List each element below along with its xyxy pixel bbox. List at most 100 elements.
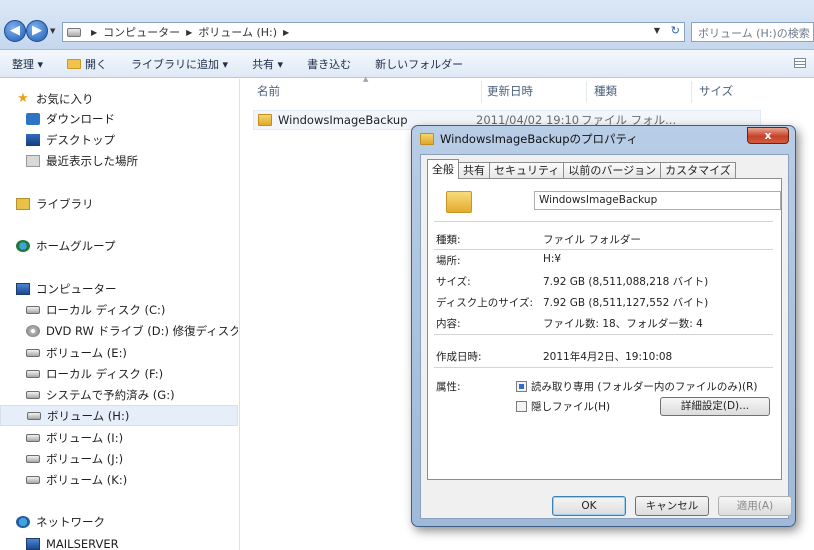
contents-value: ファイル数: 18、フォルダー数: 4 [543, 318, 703, 330]
burn-button[interactable]: 書き込む [295, 56, 363, 72]
sidebar-item-drive-h[interactable]: ボリューム (H:) [0, 405, 238, 426]
readonly-checkbox[interactable]: 読み取り専用 (フォルダー内のファイルのみ)(R) [516, 379, 758, 394]
tab-strip: 全般 共有 セキュリティ 以前のバージョン カスタマイズ [427, 159, 736, 179]
sidebar-item-drive-k[interactable]: ボリューム (K:) [26, 469, 238, 490]
type-label: 種類: [436, 234, 461, 246]
checkbox-partial-icon[interactable] [516, 381, 527, 392]
drive-icon [26, 348, 40, 357]
disk-size-label: ディスク上のサイズ: [436, 297, 533, 309]
navigation-pane: ★ お気に入り ダウンロード デスクトップ 最近表示した場所 ライブラリ ホームグ… [0, 79, 240, 550]
sidebar-label: DVD RW ドライブ (D:) 修復ディスク W [46, 323, 238, 338]
sidebar-item-drive-g[interactable]: システムで予約済み (G:) [26, 384, 238, 405]
sidebar-item-homegroup[interactable]: ホームグループ [16, 235, 236, 256]
location-value: H:¥ [543, 253, 562, 265]
address-path-box[interactable]: ▶ コンピューター ▶ ボリューム (H:) ▶ ▼ ↻ [62, 22, 685, 42]
file-name: WindowsImageBackup [278, 113, 408, 127]
sidebar-label: ローカル ディスク (C:) [46, 302, 166, 317]
column-divider[interactable] [481, 81, 482, 103]
sidebar-item-drive-j[interactable]: ボリューム (J:) [26, 448, 238, 469]
sidebar-label: ダウンロード [46, 111, 115, 126]
advanced-button[interactable]: 詳細設定(D)... [660, 397, 770, 416]
dialog-title: WindowsImageBackupのプロパティ [440, 132, 638, 146]
folder-icon [420, 133, 434, 145]
address-dropdown-icon[interactable]: ▼ [654, 26, 660, 35]
sort-arrow-icon: ▲ [363, 75, 369, 83]
recent-pages-dropdown[interactable]: ▼ [50, 27, 55, 35]
new-folder-button[interactable]: 新しいフォルダー [363, 56, 475, 72]
folder-icon [67, 58, 82, 69]
sidebar-label: ホームグループ [36, 238, 116, 253]
sidebar-item-computer[interactable]: コンピューター [16, 278, 236, 299]
type-value: ファイル フォルダー [543, 234, 641, 246]
sidebar-item-mailserver[interactable]: MAILSERVER [26, 533, 238, 550]
open-button[interactable]: 開く [55, 56, 119, 72]
sidebar-item-desktop[interactable]: デスクトップ [26, 129, 236, 150]
sidebar-label: ボリューム (I:) [46, 430, 124, 445]
downloads-icon [26, 112, 40, 125]
apply-button[interactable]: 適用(A) [718, 496, 792, 516]
sidebar-label: お気に入り [36, 91, 94, 106]
sidebar-label: ボリューム (E:) [46, 345, 127, 360]
tab-previous-versions[interactable]: 以前のバージョン [563, 162, 662, 179]
sidebar-item-drive-e[interactable]: ボリューム (E:) [26, 342, 238, 363]
breadcrumb-volume-h[interactable]: ボリューム (H:) [198, 24, 277, 40]
dialog-title-bar[interactable]: WindowsImageBackupのプロパティ [420, 131, 638, 147]
recent-places-icon [26, 154, 40, 167]
breadcrumb-computer[interactable]: コンピューター [103, 24, 180, 40]
divider [434, 249, 773, 250]
chevron-right-icon[interactable]: ▶ [283, 28, 289, 37]
column-header-date[interactable]: 更新日時 [487, 83, 533, 99]
sidebar-label: ボリューム (H:) [47, 408, 130, 423]
drive-icon [26, 454, 40, 463]
sidebar-item-drive-i[interactable]: ボリューム (I:) [26, 427, 238, 448]
folder-name-field[interactable]: WindowsImageBackup [534, 191, 781, 210]
share-button[interactable]: 共有 ▾ [240, 56, 295, 72]
change-view-icon[interactable] [794, 58, 806, 68]
column-divider[interactable] [691, 81, 692, 103]
chevron-right-icon[interactable]: ▶ [91, 28, 97, 37]
column-header-type[interactable]: 種類 [594, 83, 617, 99]
close-button[interactable]: x [747, 127, 789, 144]
network-icon [16, 515, 30, 528]
hidden-checkbox[interactable]: 隠しファイル(H) [516, 399, 610, 414]
command-toolbar: 整理 ▾ 開く ライブラリに追加 ▾ 共有 ▾ 書き込む 新しいフォルダー [0, 50, 814, 78]
sidebar-item-network[interactable]: ネットワーク [16, 511, 236, 532]
drive-icon [26, 390, 40, 399]
size-label: サイズ: [436, 276, 471, 288]
sidebar-label: デスクトップ [46, 132, 115, 147]
divider [434, 334, 773, 335]
desktop-icon [26, 133, 40, 146]
sidebar-item-drive-d[interactable]: DVD RW ドライブ (D:) 修復ディスク W [26, 320, 238, 341]
column-header-size[interactable]: サイズ [699, 83, 733, 99]
drive-icon [26, 433, 40, 442]
column-divider[interactable] [586, 81, 587, 103]
folder-icon [258, 114, 272, 126]
organize-button[interactable]: 整理 ▾ [0, 56, 55, 72]
include-library-button[interactable]: ライブラリに追加 ▾ [119, 56, 240, 72]
sidebar-item-drive-c[interactable]: ローカル ディスク (C:) [26, 299, 238, 320]
tab-customize[interactable]: カスタマイズ [660, 162, 736, 179]
cancel-button[interactable]: キャンセル [635, 496, 709, 516]
star-icon: ★ [17, 90, 29, 106]
tab-general[interactable]: 全般 [427, 159, 459, 179]
column-header-name[interactable]: 名前 [257, 83, 280, 99]
dialog-body: 全般 共有 セキュリティ 以前のバージョン カスタマイズ WindowsImag… [420, 154, 792, 519]
general-tab-panel: WindowsImageBackup 種類: ファイル フォルダー 場所: H:… [427, 178, 782, 480]
sidebar-item-drive-f[interactable]: ローカル ディスク (F:) [26, 363, 238, 384]
back-button[interactable]: ◀ [4, 20, 26, 42]
sidebar-item-recent[interactable]: 最近表示した場所 [26, 150, 236, 171]
sidebar-item-downloads[interactable]: ダウンロード [26, 108, 236, 129]
properties-dialog: WindowsImageBackupのプロパティ x 全般 共有 セキュリティ … [411, 125, 796, 527]
sidebar-label: コンピューター [36, 281, 117, 296]
checkbox-icon[interactable] [516, 401, 527, 412]
chevron-right-icon[interactable]: ▶ [186, 28, 192, 37]
ok-button[interactable]: OK [552, 496, 626, 516]
refresh-icon[interactable]: ↻ [671, 24, 680, 37]
computer-icon [26, 537, 40, 550]
tab-security[interactable]: セキュリティ [489, 162, 565, 179]
sidebar-item-libraries[interactable]: ライブラリ [16, 193, 236, 214]
tab-sharing[interactable]: 共有 [458, 162, 490, 179]
forward-button[interactable]: ▶ [26, 20, 48, 42]
search-input[interactable]: ボリューム (H:)の検索 [691, 22, 814, 42]
sidebar-item-favorites[interactable]: ★ お気に入り [16, 88, 236, 109]
